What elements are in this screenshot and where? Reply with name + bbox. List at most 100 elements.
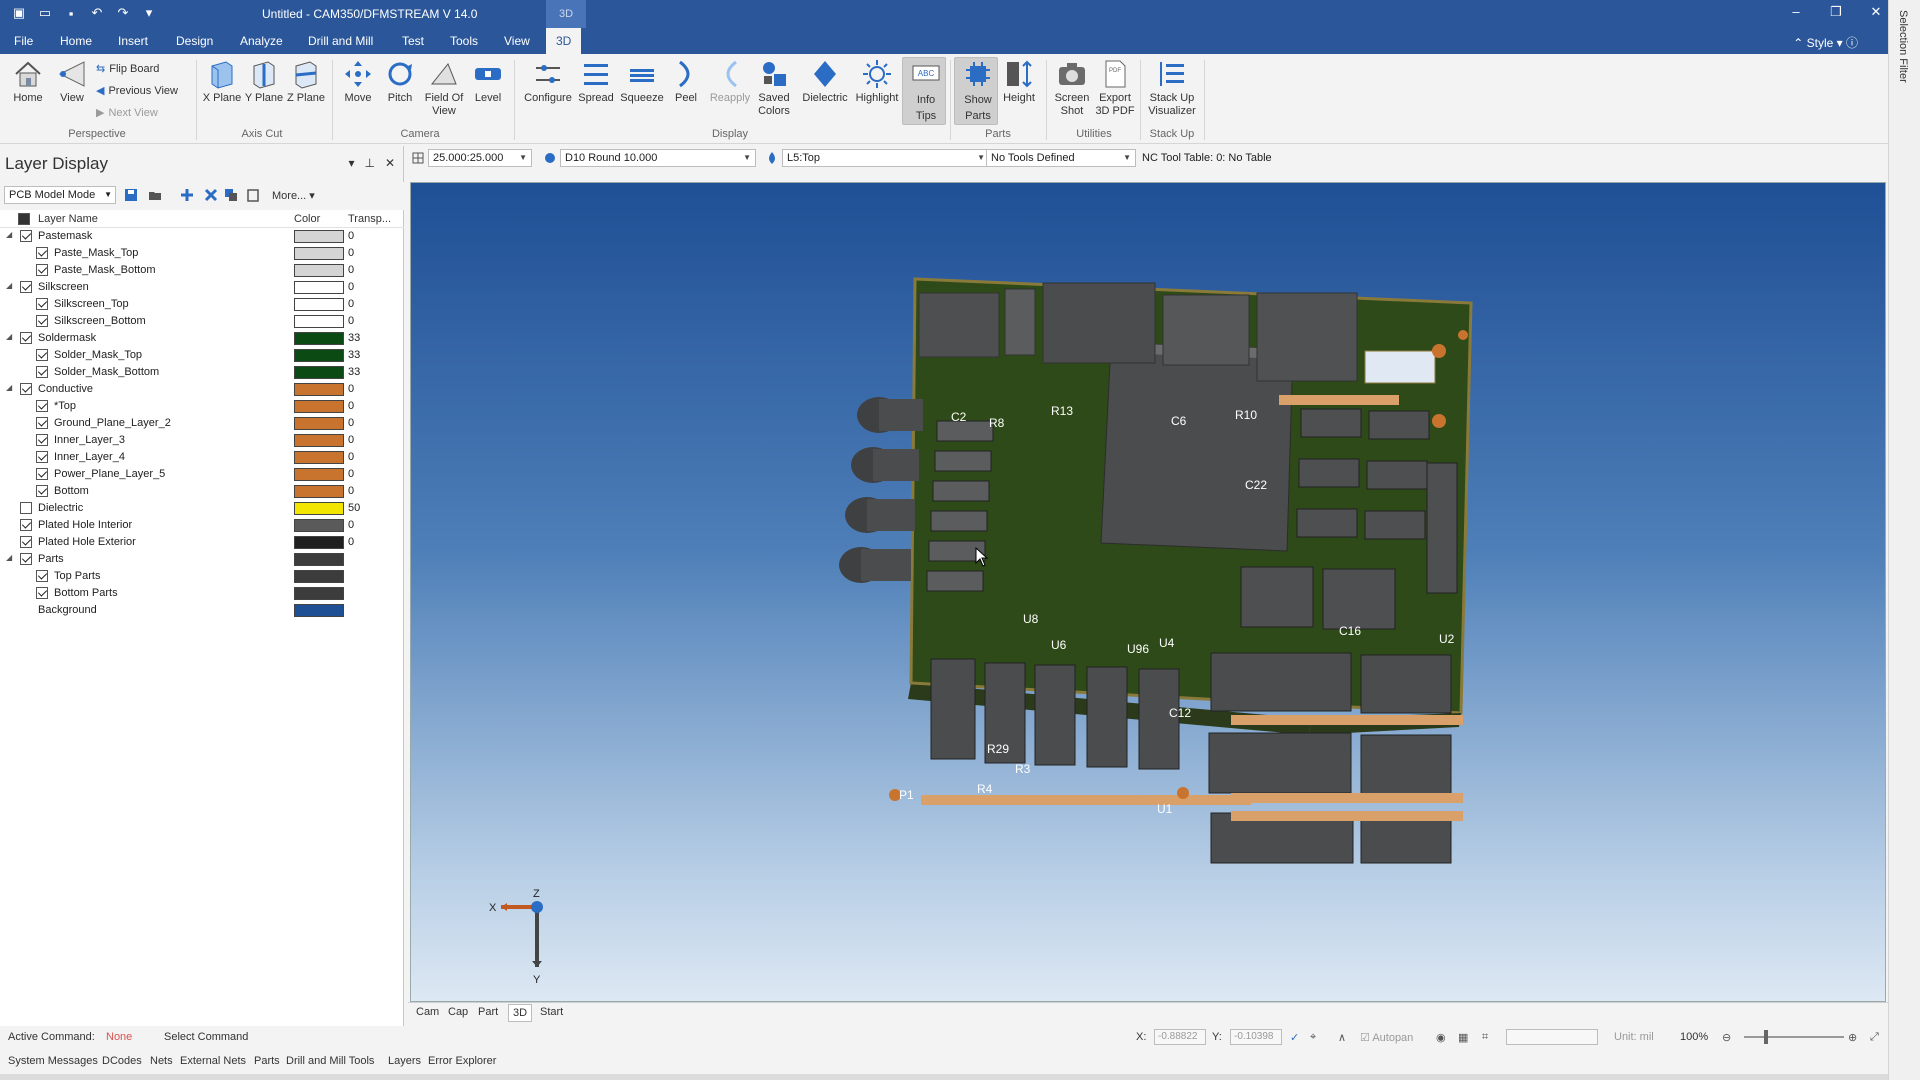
autopan-toggle[interactable]: ☑ Autopan: [1360, 1031, 1413, 1044]
tab-cap[interactable]: Cap: [444, 1006, 472, 1018]
zoom-slider-thumb[interactable]: [1764, 1030, 1768, 1044]
y-plane-button[interactable]: Y Plane: [242, 58, 286, 105]
more-menu[interactable]: More... ▾: [272, 189, 315, 202]
grid-select[interactable]: 25.000:25.000 ▼: [428, 149, 532, 167]
level-button[interactable]: Level: [466, 58, 510, 105]
tab-layers[interactable]: Layers: [388, 1055, 421, 1067]
layer-visibility-checkbox[interactable]: [20, 519, 32, 531]
copy-icon[interactable]: [224, 188, 238, 202]
layer-visibility-checkbox[interactable]: [36, 264, 48, 276]
layer-row[interactable]: ◢ Silkscreen 0: [0, 279, 404, 296]
measure-icon[interactable]: ⌗: [1482, 1031, 1488, 1044]
layer-color-swatch[interactable]: [294, 247, 344, 260]
layer-color-swatch[interactable]: [294, 434, 344, 447]
redo-icon[interactable]: ↷: [114, 4, 132, 22]
layer-color-swatch[interactable]: [294, 366, 344, 379]
layer-color-swatch[interactable]: [294, 570, 344, 583]
zoom-slider-track[interactable]: [1744, 1036, 1844, 1038]
layer-transparency[interactable]: 0: [348, 230, 354, 242]
layer-transparency[interactable]: 0: [348, 434, 354, 446]
x-plane-button[interactable]: X Plane: [200, 58, 244, 105]
next-view-button[interactable]: ▶ Next View: [96, 106, 158, 120]
layer-visibility-checkbox[interactable]: [36, 417, 48, 429]
layer-visibility-checkbox[interactable]: [36, 298, 48, 310]
layer-row[interactable]: Solder_Mask_Bottom 33: [0, 364, 404, 381]
command-field[interactable]: [1506, 1029, 1598, 1045]
tab-design[interactable]: Design: [166, 28, 223, 54]
layer-color-swatch[interactable]: [294, 281, 344, 294]
x-coordinate-field[interactable]: -0.88822: [1154, 1029, 1206, 1045]
tab-drill-and-mill[interactable]: Drill and Mill: [298, 28, 383, 54]
configure-button[interactable]: Configure: [520, 58, 576, 105]
open-folder-icon[interactable]: [148, 188, 162, 202]
layer-transparency[interactable]: 0: [348, 519, 354, 531]
layer-color-swatch[interactable]: [294, 502, 344, 515]
layer-visibility-checkbox[interactable]: [36, 587, 48, 599]
spread-button[interactable]: Spread: [574, 58, 618, 105]
dcode-select[interactable]: D10 Round 10.000 ▼: [560, 149, 756, 167]
layer-row[interactable]: Silkscreen_Bottom 0: [0, 313, 404, 330]
layer-select[interactable]: L5:Top ▼: [782, 149, 990, 167]
layer-transparency[interactable]: 0: [348, 264, 354, 276]
highlight-button[interactable]: Highlight: [852, 58, 902, 105]
layer-transparency[interactable]: 33: [348, 349, 360, 361]
layer-row[interactable]: Power_Plane_Layer_5 0: [0, 466, 404, 483]
layer-color-swatch[interactable]: [294, 332, 344, 345]
layer-row[interactable]: ◢ Soldermask 33: [0, 330, 404, 347]
checkmark-icon[interactable]: ✓: [1290, 1031, 1299, 1044]
layer-row[interactable]: Ground_Plane_Layer_2 0: [0, 415, 404, 432]
reapply-button[interactable]: Reapply: [706, 58, 754, 105]
layer-color-swatch[interactable]: [294, 264, 344, 277]
zoom-out-icon[interactable]: ⊖: [1722, 1031, 1731, 1044]
layer-visibility-checkbox[interactable]: [36, 247, 48, 259]
layer-row[interactable]: Solder_Mask_Top 33: [0, 347, 404, 364]
tab-test[interactable]: Test: [392, 28, 434, 54]
tab-start[interactable]: Start: [536, 1006, 567, 1018]
screen-shot-button[interactable]: Screen Shot: [1050, 58, 1094, 118]
layer-visibility-checkbox[interactable]: [36, 468, 48, 480]
layer-row[interactable]: Plated Hole Interior 0: [0, 517, 404, 534]
layer-row[interactable]: Bottom 0: [0, 483, 404, 500]
height-button[interactable]: Height: [998, 58, 1040, 105]
layer-color-swatch[interactable]: [294, 298, 344, 311]
layer-row[interactable]: Dielectric 50: [0, 500, 404, 517]
tab-file[interactable]: File: [4, 28, 43, 54]
layer-color-swatch[interactable]: [294, 519, 344, 532]
peel-button[interactable]: Peel: [664, 58, 708, 105]
layer-color-swatch[interactable]: [294, 400, 344, 413]
mode-select[interactable]: PCB Model Mode ▼: [4, 186, 116, 204]
layer-visibility-checkbox[interactable]: [20, 230, 32, 242]
layer-visibility-checkbox[interactable]: [20, 332, 32, 344]
tab-parts[interactable]: Parts: [254, 1055, 280, 1067]
tab-tools[interactable]: Tools: [440, 28, 488, 54]
delete-icon[interactable]: [204, 188, 218, 202]
tab-analyze[interactable]: Analyze: [230, 28, 293, 54]
layer-visibility-checkbox[interactable]: [36, 485, 48, 497]
layer-row[interactable]: Background: [0, 602, 404, 619]
pitch-button[interactable]: Pitch: [378, 58, 422, 105]
layer-row[interactable]: Top Parts: [0, 568, 404, 585]
tab-nets[interactable]: Nets: [150, 1055, 173, 1067]
layer-visibility-checkbox[interactable]: [36, 451, 48, 463]
layer-row[interactable]: Bottom Parts: [0, 585, 404, 602]
layer-row[interactable]: Paste_Mask_Bottom 0: [0, 262, 404, 279]
layer-row[interactable]: *Top 0: [0, 398, 404, 415]
paste-icon[interactable]: [246, 188, 260, 202]
layer-transparency[interactable]: 0: [348, 298, 354, 310]
layer-row[interactable]: ◢ Conductive 0: [0, 381, 404, 398]
move-button[interactable]: Move: [336, 58, 380, 105]
expand-arrow-icon[interactable]: ◢: [6, 383, 12, 392]
grid-toggle-icon[interactable]: ▦: [1458, 1031, 1468, 1044]
layer-transparency[interactable]: 0: [348, 468, 354, 480]
layer-color-swatch[interactable]: [294, 349, 344, 362]
layer-row[interactable]: ◢ Pastemask 0: [0, 228, 404, 245]
layer-transparency[interactable]: 0: [348, 485, 354, 497]
minimize-icon[interactable]: –: [1788, 4, 1804, 20]
save-icon[interactable]: [124, 188, 138, 202]
layer-visibility-checkbox[interactable]: [20, 502, 32, 514]
ortho-icon[interactable]: ∧: [1338, 1031, 1346, 1044]
layer-row[interactable]: Paste_Mask_Top 0: [0, 245, 404, 262]
layer-color-swatch[interactable]: [294, 485, 344, 498]
layer-transparency[interactable]: 0: [348, 281, 354, 293]
layer-transparency[interactable]: 0: [348, 383, 354, 395]
